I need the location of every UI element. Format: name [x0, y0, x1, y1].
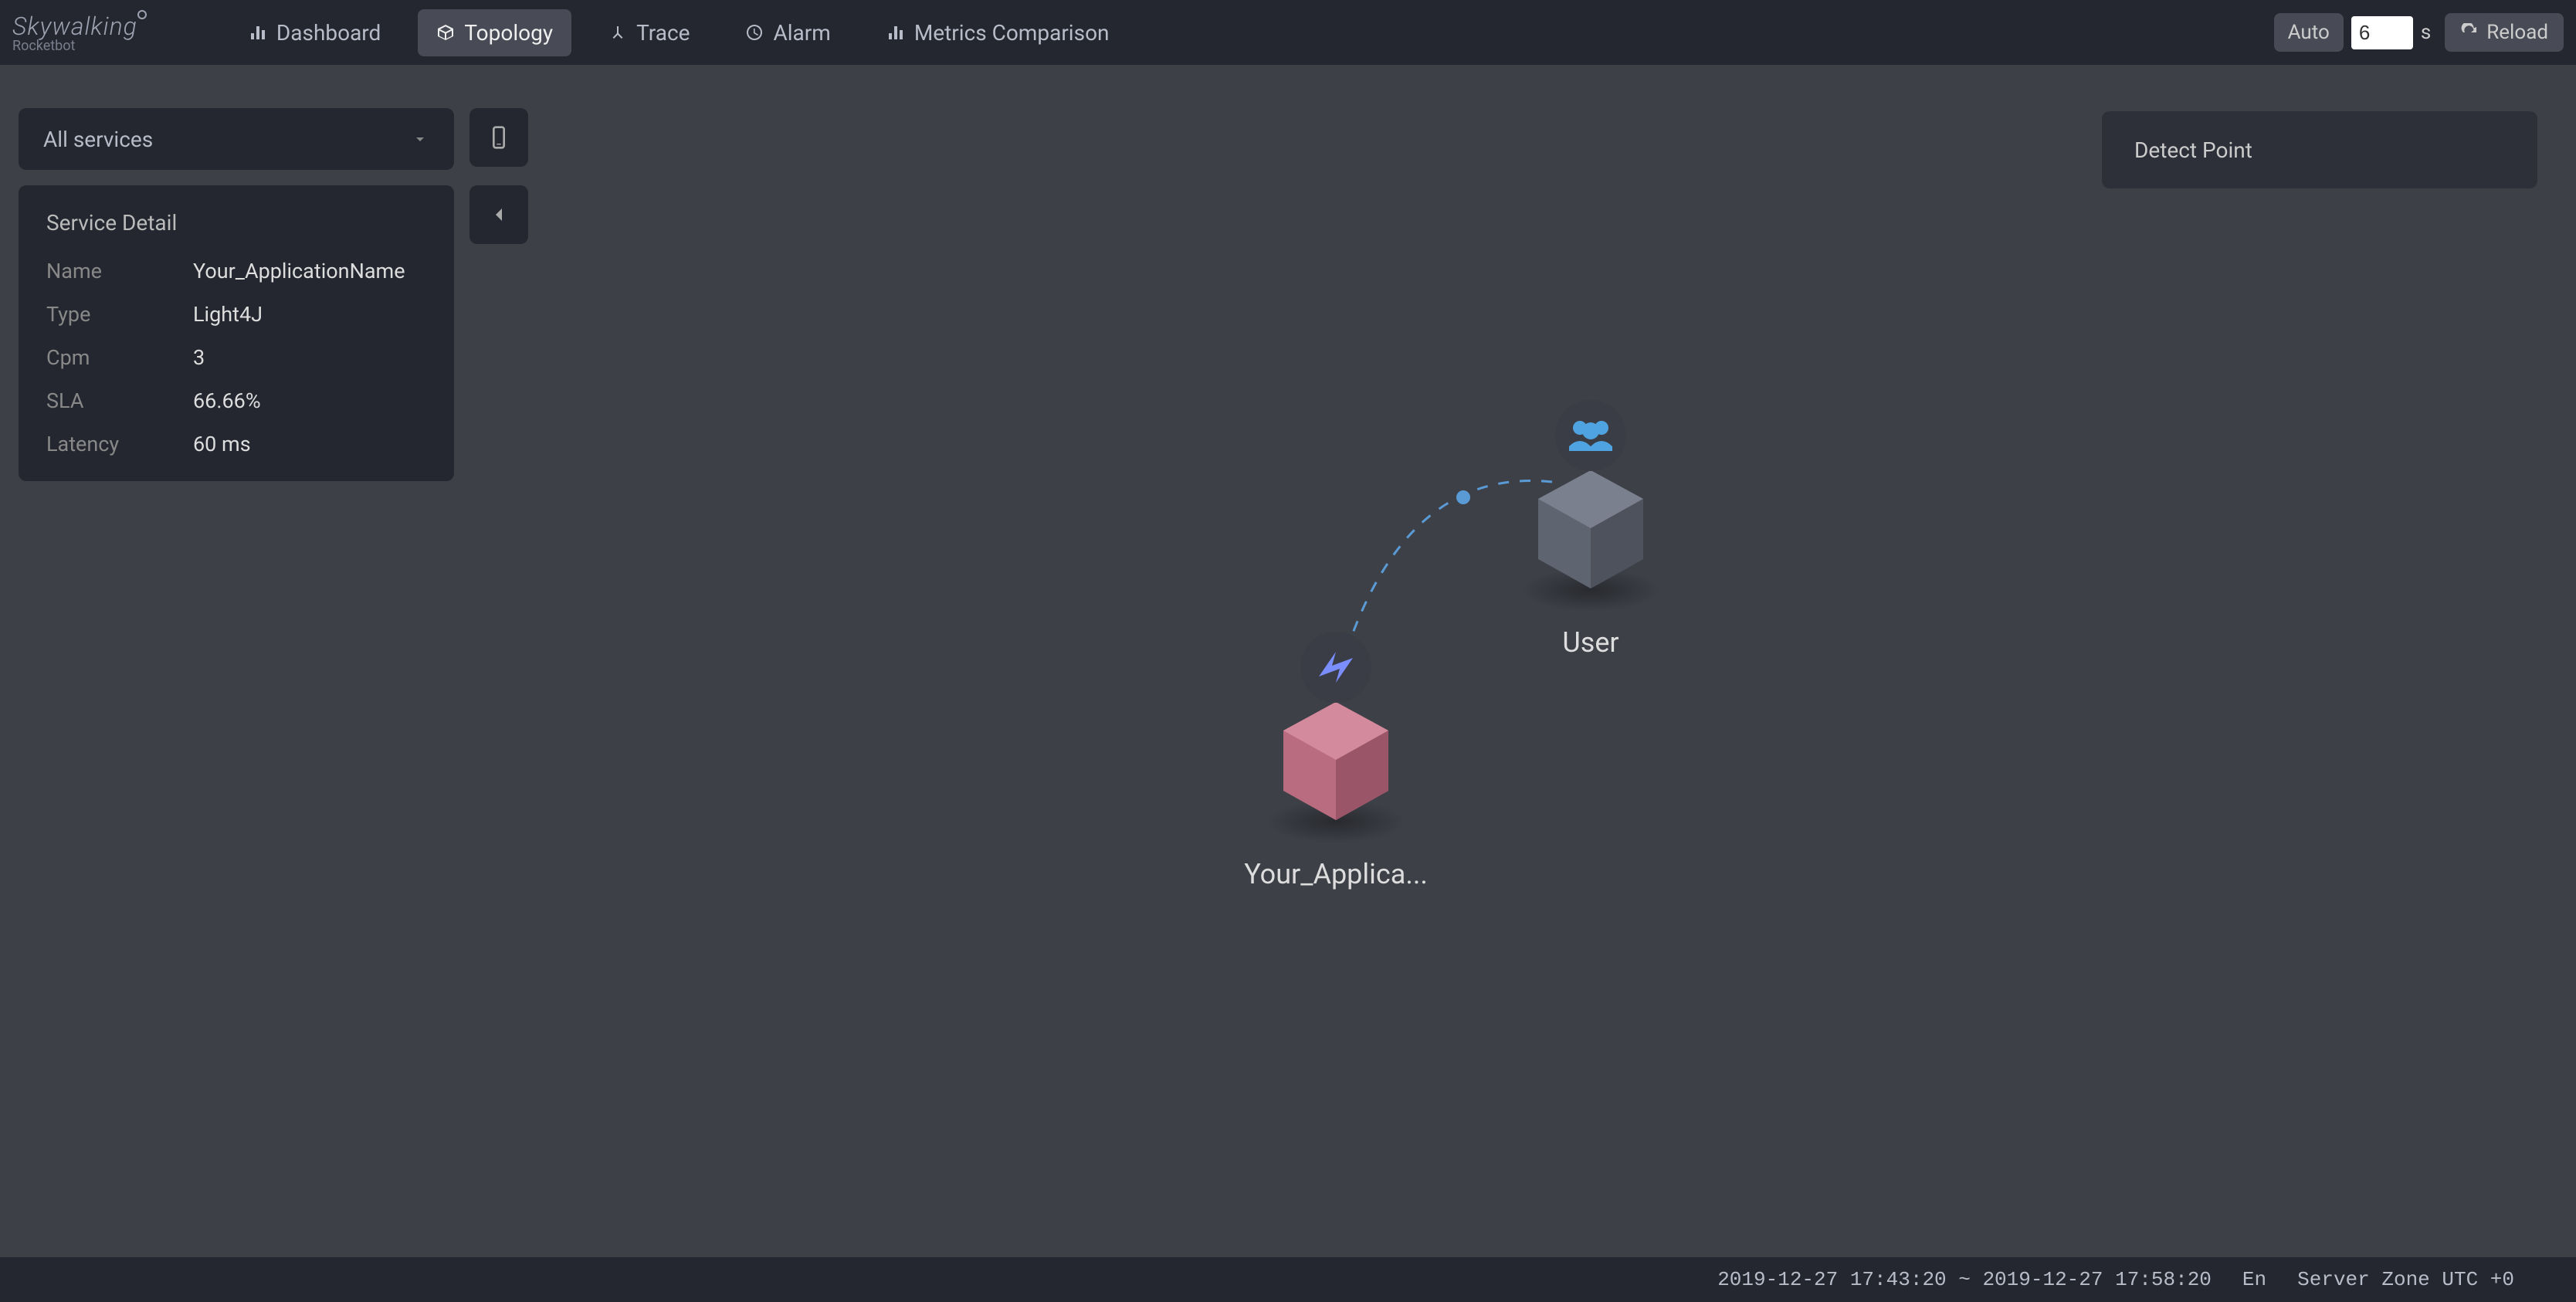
auto-label: Auto: [2288, 21, 2330, 44]
nav-tab-topology[interactable]: Topology: [418, 9, 571, 56]
nav-tab-label: Alarm: [773, 20, 830, 46]
auto-toggle[interactable]: Auto: [2274, 13, 2344, 52]
refresh-icon: [2460, 23, 2479, 42]
service-select-label: All services: [43, 127, 153, 152]
service-select-dropdown[interactable]: All services: [19, 108, 454, 170]
nav-tab-label: Trace: [636, 20, 690, 46]
bar-chart-icon: [886, 23, 905, 42]
endpoint-toggle-button[interactable]: [469, 108, 528, 167]
nav-tab-trace[interactable]: Trace: [590, 9, 708, 56]
package-icon: [436, 23, 455, 42]
node-label: User: [1562, 626, 1618, 659]
detail-label: Type: [46, 302, 193, 327]
detail-label: Cpm: [46, 345, 193, 370]
nav-tab-alarm[interactable]: Alarm: [727, 9, 849, 56]
service-detail-panel: Service Detail Name Your_ApplicationName…: [19, 185, 454, 481]
logo: Skywalking Rocketbot: [12, 12, 137, 54]
nav-tabs: Dashboard Topology Trace Alarm Metrics C…: [230, 9, 1128, 56]
nav-tab-dashboard[interactable]: Dashboard: [230, 9, 399, 56]
language-switch[interactable]: En: [2242, 1268, 2266, 1291]
detect-point-panel[interactable]: Detect Point: [2102, 111, 2537, 188]
logo-main: Skywalking: [12, 12, 137, 41]
reload-label: Reload: [2486, 21, 2548, 44]
panel-title: Service Detail: [46, 210, 426, 236]
detail-value: 60 ms: [193, 432, 251, 456]
detect-point-label: Detect Point: [2134, 137, 2252, 163]
detail-value: Light4J: [193, 302, 263, 327]
detail-label: SLA: [46, 388, 193, 413]
topology-node-app[interactable]: Your_Applica...: [1244, 632, 1428, 890]
bar-chart-icon: [249, 23, 267, 42]
clock-icon: [745, 23, 764, 42]
collapse-panel-button[interactable]: [469, 185, 528, 244]
main-area: All services Service Detail Name Your_Ap…: [0, 65, 2576, 1257]
time-range-picker[interactable]: 2019-12-27 17:43:20 ~ 2019-12-27 17:58:2…: [1717, 1268, 2212, 1291]
seconds-unit: s: [2421, 21, 2431, 44]
device-icon: [486, 125, 511, 150]
nav-tab-label: Topology: [464, 20, 553, 46]
detail-row: SLA 66.66%: [46, 388, 426, 413]
detail-label: Name: [46, 259, 193, 283]
nav-tab-label: Dashboard: [276, 20, 381, 46]
chevron-down-icon: [411, 130, 429, 148]
nav-tab-label: Metrics Comparison: [914, 20, 1110, 46]
reload-button[interactable]: Reload: [2445, 13, 2564, 52]
server-zone: Server Zone UTC +0: [2297, 1268, 2514, 1291]
chevron-left-icon: [486, 202, 511, 227]
topology-node-user[interactable]: User: [1521, 400, 1660, 659]
detail-row: Cpm 3: [46, 345, 426, 370]
refresh-seconds-input[interactable]: [2351, 16, 2413, 49]
detail-value: 66.66%: [193, 388, 261, 413]
status-bar: 2019-12-27 17:43:20 ~ 2019-12-27 17:58:2…: [0, 1257, 2576, 1302]
merge-icon: [608, 23, 627, 42]
detail-value: Your_ApplicationName: [193, 259, 405, 283]
nav-right: Auto s Reload: [2274, 13, 2564, 52]
detail-row: Type Light4J: [46, 302, 426, 327]
detail-row: Name Your_ApplicationName: [46, 259, 426, 283]
node-label: Your_Applica...: [1244, 858, 1428, 890]
topology-edge: [1344, 481, 1552, 659]
detail-label: Latency: [46, 432, 193, 456]
edge-particle: [1456, 490, 1470, 504]
detail-row: Latency 60 ms: [46, 432, 426, 456]
top-navbar: Skywalking Rocketbot Dashboard Topology …: [0, 0, 2576, 65]
detail-value: 3: [193, 345, 205, 370]
nav-tab-metrics[interactable]: Metrics Comparison: [868, 9, 1128, 56]
